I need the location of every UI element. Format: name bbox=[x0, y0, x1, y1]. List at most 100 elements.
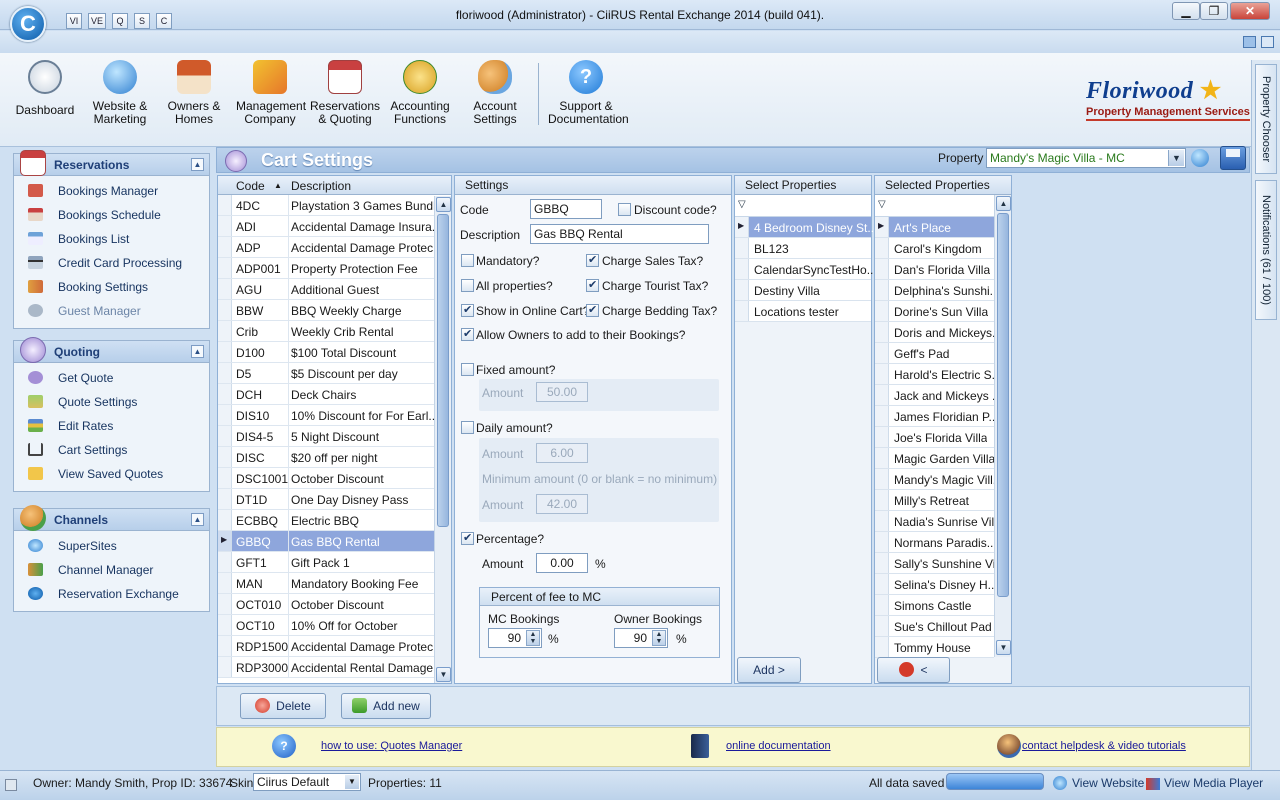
row-selector[interactable] bbox=[218, 447, 232, 467]
group-header[interactable]: Channels ▲ bbox=[14, 505, 209, 531]
row-selector[interactable] bbox=[875, 595, 889, 615]
row-selector[interactable] bbox=[875, 574, 889, 594]
restore-button[interactable]: ❐ bbox=[1200, 2, 1228, 20]
row-selector[interactable] bbox=[875, 406, 889, 426]
collapse-icon[interactable]: ▲ bbox=[191, 345, 204, 358]
group-header[interactable]: Quoting ▲ bbox=[14, 337, 209, 363]
row-selector[interactable] bbox=[218, 573, 232, 593]
table-row[interactable]: RDP3000 Accidental Rental Damage ... bbox=[218, 657, 434, 678]
row-selector[interactable] bbox=[218, 636, 232, 656]
col-description[interactable]: Description bbox=[291, 179, 351, 193]
row-selector[interactable] bbox=[875, 469, 889, 489]
sidebar-item-booking-settings[interactable]: Booking Settings bbox=[14, 275, 209, 299]
percentage-amount-field[interactable]: 0.00 bbox=[536, 553, 588, 573]
ribbon-reservations-quoting[interactable]: Reservations & Quoting bbox=[310, 60, 380, 126]
table-row[interactable]: MAN Mandatory Booking Fee bbox=[218, 573, 434, 594]
row-selector[interactable] bbox=[218, 384, 232, 404]
scroll-down-icon[interactable]: ▼ bbox=[436, 667, 451, 682]
select-properties-filter[interactable]: ▽ bbox=[735, 195, 871, 217]
row-selector[interactable] bbox=[218, 657, 232, 677]
table-row[interactable]: DIS10 10% Discount for For Earl... bbox=[218, 405, 434, 426]
ribbon-accounting-functions[interactable]: Accounting Functions bbox=[388, 60, 452, 126]
table-row[interactable]: Crib Weekly Crib Rental bbox=[218, 321, 434, 342]
view-media-player-link[interactable]: View Media Player bbox=[1164, 776, 1263, 790]
list-item[interactable]: Dorine's Sun Villa bbox=[875, 301, 994, 322]
description-field[interactable]: Gas BBQ Rental bbox=[530, 224, 709, 244]
sidebar-item-edit-rates[interactable]: Edit Rates bbox=[14, 414, 209, 438]
percentage-checkbox[interactable] bbox=[461, 531, 474, 545]
list-item[interactable]: Magic Garden Villa bbox=[875, 448, 995, 469]
online-documentation-link[interactable]: online documentation bbox=[726, 740, 831, 752]
list-item[interactable]: Dan's Florida Villa bbox=[875, 259, 994, 280]
row-selector[interactable] bbox=[875, 364, 889, 384]
sidebar-item-bookings-list[interactable]: Bookings List bbox=[14, 227, 209, 251]
ribbon-website-marketing[interactable]: Website & Marketing bbox=[88, 60, 152, 126]
minimum-amount-field[interactable]: 42.00 bbox=[536, 494, 588, 514]
sidebar-item-get-quote[interactable]: Get Quote bbox=[14, 366, 209, 390]
table-row[interactable]: ADP001 Property Protection Fee bbox=[218, 258, 434, 279]
filter-icon[interactable]: ▽ bbox=[738, 199, 746, 210]
list-item[interactable]: Carol's Kingdom bbox=[875, 238, 994, 259]
row-selector[interactable] bbox=[218, 468, 232, 488]
table-row[interactable]: DISC $20 off per night bbox=[218, 447, 434, 468]
row-selector[interactable] bbox=[875, 616, 889, 636]
row-selector[interactable] bbox=[218, 300, 232, 320]
daily-amount-field[interactable]: 6.00 bbox=[536, 443, 588, 463]
sidebar-item-channel-manager[interactable]: Channel Manager bbox=[14, 558, 209, 582]
mandatory-checkbox[interactable] bbox=[461, 254, 474, 267]
layout-icon[interactable] bbox=[1243, 36, 1256, 48]
row-selector[interactable] bbox=[875, 511, 889, 531]
quotes-manager-help-link[interactable]: how to use: Quotes Manager bbox=[321, 740, 462, 752]
list-item[interactable]: Locations tester bbox=[735, 301, 871, 322]
quick-access-q[interactable]: Q bbox=[112, 13, 128, 29]
chevron-down-icon[interactable]: ▼ bbox=[345, 775, 359, 789]
table-row[interactable]: ADP Accidental Damage Protec... bbox=[218, 237, 434, 258]
row-selector[interactable] bbox=[218, 510, 232, 530]
quick-access-ve[interactable]: VE bbox=[88, 13, 106, 29]
row-selector[interactable] bbox=[218, 342, 232, 362]
row-selector[interactable] bbox=[218, 615, 232, 635]
list-item[interactable]: Destiny Villa bbox=[735, 280, 871, 301]
table-row[interactable]: GFT1 Gift Pack 1 bbox=[218, 552, 434, 573]
sidebar-item-bookings-manager[interactable]: Bookings Manager bbox=[14, 179, 209, 203]
table-row[interactable]: D5 $5 Discount per day bbox=[218, 363, 434, 384]
sidebar-item-reservation-exchange[interactable]: Reservation Exchange bbox=[14, 582, 209, 606]
table-row[interactable]: D100 $100 Total Discount bbox=[218, 342, 434, 363]
selected-scrollbar[interactable]: ▲ ▼ bbox=[994, 195, 1011, 657]
col-code[interactable]: Code bbox=[236, 179, 265, 193]
ribbon-management-company[interactable]: Management Company bbox=[236, 60, 306, 126]
helpdesk-link[interactable]: contact helpdesk & video tutorials bbox=[1022, 740, 1186, 752]
ribbon-support-documentation[interactable]: ? Support & Documentation bbox=[548, 60, 629, 126]
charge-bedding-tax-checkbox[interactable] bbox=[586, 303, 599, 317]
fixed-amount-field[interactable]: 50.00 bbox=[536, 382, 588, 402]
save-icon[interactable] bbox=[1220, 146, 1246, 170]
fixed-amount-checkbox[interactable] bbox=[461, 363, 474, 376]
ribbon-account-settings[interactable]: Account Settings bbox=[464, 60, 526, 126]
table-row[interactable]: GBBQ Gas BBQ Rental bbox=[218, 531, 434, 552]
sidebar-item-quote-settings[interactable]: Quote Settings bbox=[14, 390, 209, 414]
row-selector[interactable] bbox=[875, 217, 889, 237]
row-selector[interactable] bbox=[875, 448, 889, 468]
property-select[interactable]: Mandy's Magic Villa - MC ▼ bbox=[986, 148, 1186, 168]
table-row[interactable]: OCT010 October Discount bbox=[218, 594, 434, 615]
table-row[interactable]: RDP1500 Accidental Damage Protec... bbox=[218, 636, 434, 657]
delete-button[interactable]: Delete bbox=[240, 693, 326, 719]
quick-access-c[interactable]: C bbox=[156, 13, 172, 29]
row-selector[interactable] bbox=[875, 322, 889, 342]
layout-alt-icon[interactable] bbox=[1261, 36, 1274, 48]
row-selector[interactable] bbox=[218, 363, 232, 383]
row-selector[interactable] bbox=[735, 301, 749, 321]
show-online-cart-checkbox[interactable] bbox=[461, 303, 474, 317]
row-selector[interactable] bbox=[218, 552, 232, 572]
charge-sales-tax-checkbox[interactable] bbox=[586, 253, 599, 267]
collapse-icon[interactable]: ▲ bbox=[191, 158, 204, 171]
list-item[interactable]: Doris and Mickeys... bbox=[875, 322, 1002, 343]
row-selector[interactable] bbox=[735, 259, 749, 279]
table-row[interactable]: ECBBQ Electric BBQ bbox=[218, 510, 434, 531]
row-selector[interactable] bbox=[218, 237, 232, 257]
row-selector[interactable] bbox=[875, 532, 889, 552]
table-row[interactable]: ADI Accidental Damage Insura... bbox=[218, 216, 434, 237]
ribbon-dashboard[interactable]: Dashboard bbox=[14, 60, 76, 117]
remove-property-button[interactable]: < Remove bbox=[877, 657, 950, 701]
all-properties-checkbox[interactable] bbox=[461, 279, 474, 292]
